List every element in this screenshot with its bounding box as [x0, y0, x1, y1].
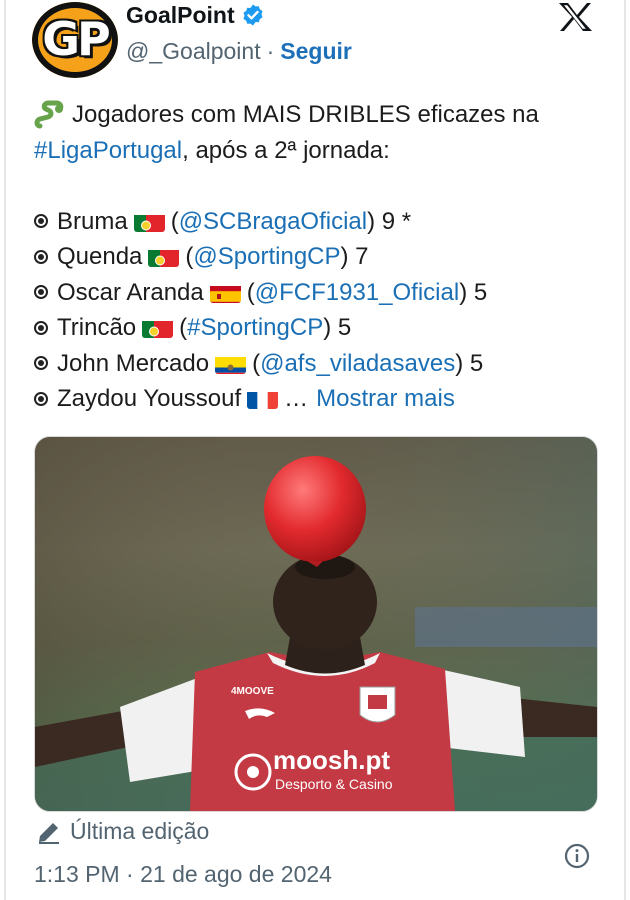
- paren-open: (: [179, 314, 188, 341]
- player-name: Quenda: [57, 243, 143, 270]
- mention-link[interactable]: @afs_viladasaves: [260, 346, 455, 382]
- card-left-border: [4, 0, 6, 900]
- paren-open: (: [246, 278, 255, 306]
- follow-button[interactable]: Seguir: [280, 38, 352, 65]
- paren-open: (: [170, 207, 179, 235]
- last-edit-label: Última edição: [70, 818, 210, 844]
- player-stat: ) 5: [459, 278, 488, 306]
- player-stat: ) 5: [323, 314, 352, 341]
- ellipsis: …: [284, 385, 309, 412]
- player-stat: ) 9 *: [367, 207, 412, 235]
- list-item: Oscar Aranda (@FCF1931_Oficial) 5: [34, 275, 604, 311]
- list-item: Quenda (@SportingCP ) 7: [34, 239, 604, 275]
- pencil-icon: [39, 822, 59, 844]
- x-logo-icon[interactable]: [556, 2, 594, 32]
- tweet-photo[interactable]: moosh.pt Desporto & Casino 4MOOVE: [34, 436, 598, 812]
- portugal-flag-icon: [133, 211, 165, 232]
- bullet-icon: [34, 356, 48, 371]
- tweet-card: GP GoalPoint @_Goalpoint · Seguir Jogado…: [0, 0, 630, 900]
- handle-row: @_Goalpoint · Seguir: [126, 38, 352, 65]
- paren-open: (: [185, 243, 194, 270]
- player-stat: ) 7: [340, 243, 369, 270]
- kit-brand-text: 4MOOVE: [231, 686, 274, 697]
- list-item: John Mercado (@afs_viladasaves) 5: [34, 346, 604, 382]
- timestamp[interactable]: 1:13 PM · 21 de ago de 2024: [34, 861, 332, 888]
- france-flag-icon: [247, 388, 279, 410]
- intro-line-2: #LigaPortugal, após a 2ª jornada:: [34, 133, 604, 169]
- bullet-icon: [34, 249, 48, 264]
- author-handle[interactable]: @_Goalpoint: [126, 38, 261, 65]
- hashtag-ligaportugal[interactable]: #LigaPortugal: [34, 133, 182, 169]
- avatar[interactable]: GP: [32, 2, 118, 78]
- card-right-border: [624, 0, 626, 900]
- spain-flag-icon: [209, 282, 241, 303]
- player-name: Bruma: [57, 207, 128, 235]
- intro-end-text: , após a 2ª jornada:: [182, 136, 390, 164]
- intro-text: Jogadores com MAIS DRIBLES eficazes na: [72, 101, 539, 128]
- tweet-text: Jogadores com MAIS DRIBLES eficazes na #…: [34, 97, 604, 417]
- last-edit-row[interactable]: Última edição: [36, 818, 209, 845]
- sponsor-main-text: moosh.pt: [273, 745, 390, 775]
- ecuador-flag-icon: [215, 353, 247, 374]
- hashtag-link[interactable]: #SportingCP: [187, 310, 323, 346]
- info-icon[interactable]: [564, 843, 590, 869]
- display-name[interactable]: GoalPoint: [126, 2, 235, 29]
- paren-open: (: [252, 349, 261, 377]
- avatar-initials: GP: [42, 12, 110, 66]
- bullet-icon: [34, 214, 48, 229]
- list-item: Bruma (@SCBragaOficial ) 9 *: [34, 204, 604, 240]
- bullet-icon: [34, 391, 48, 406]
- player-stat: ) 5: [455, 349, 484, 377]
- bullet-icon: [34, 320, 48, 335]
- sponsor-sub-text: Desporto & Casino: [275, 776, 393, 792]
- player-photo-illustration: moosh.pt Desporto & Casino 4MOOVE: [35, 437, 597, 811]
- player-name: Trincão: [57, 314, 137, 341]
- dot-separator: ·: [266, 38, 275, 64]
- portugal-flag-icon: [142, 317, 174, 339]
- list-item: Zaydou Youssouf … Mostrar mais: [34, 381, 604, 417]
- intro-line: Jogadores com MAIS DRIBLES eficazes na: [34, 97, 604, 133]
- player-name: Zaydou Youssouf: [57, 385, 242, 412]
- author-name-row: GoalPoint: [126, 0, 265, 30]
- verified-badge-icon: [243, 4, 263, 26]
- player-name: John Mercado: [57, 349, 210, 377]
- portugal-flag-icon: [148, 246, 180, 268]
- mention-link[interactable]: @SCBragaOficial: [179, 204, 367, 240]
- bullet-icon: [34, 285, 48, 300]
- mention-link[interactable]: @FCF1931_Oficial: [255, 275, 459, 311]
- show-more-link[interactable]: Mostrar mais: [316, 381, 455, 417]
- list-item: Trincão (#SportingCP) 5: [34, 310, 604, 346]
- mention-link[interactable]: @SportingCP: [193, 239, 340, 275]
- player-name: Oscar Aranda: [57, 278, 204, 306]
- snake-emoji-icon: [34, 100, 64, 129]
